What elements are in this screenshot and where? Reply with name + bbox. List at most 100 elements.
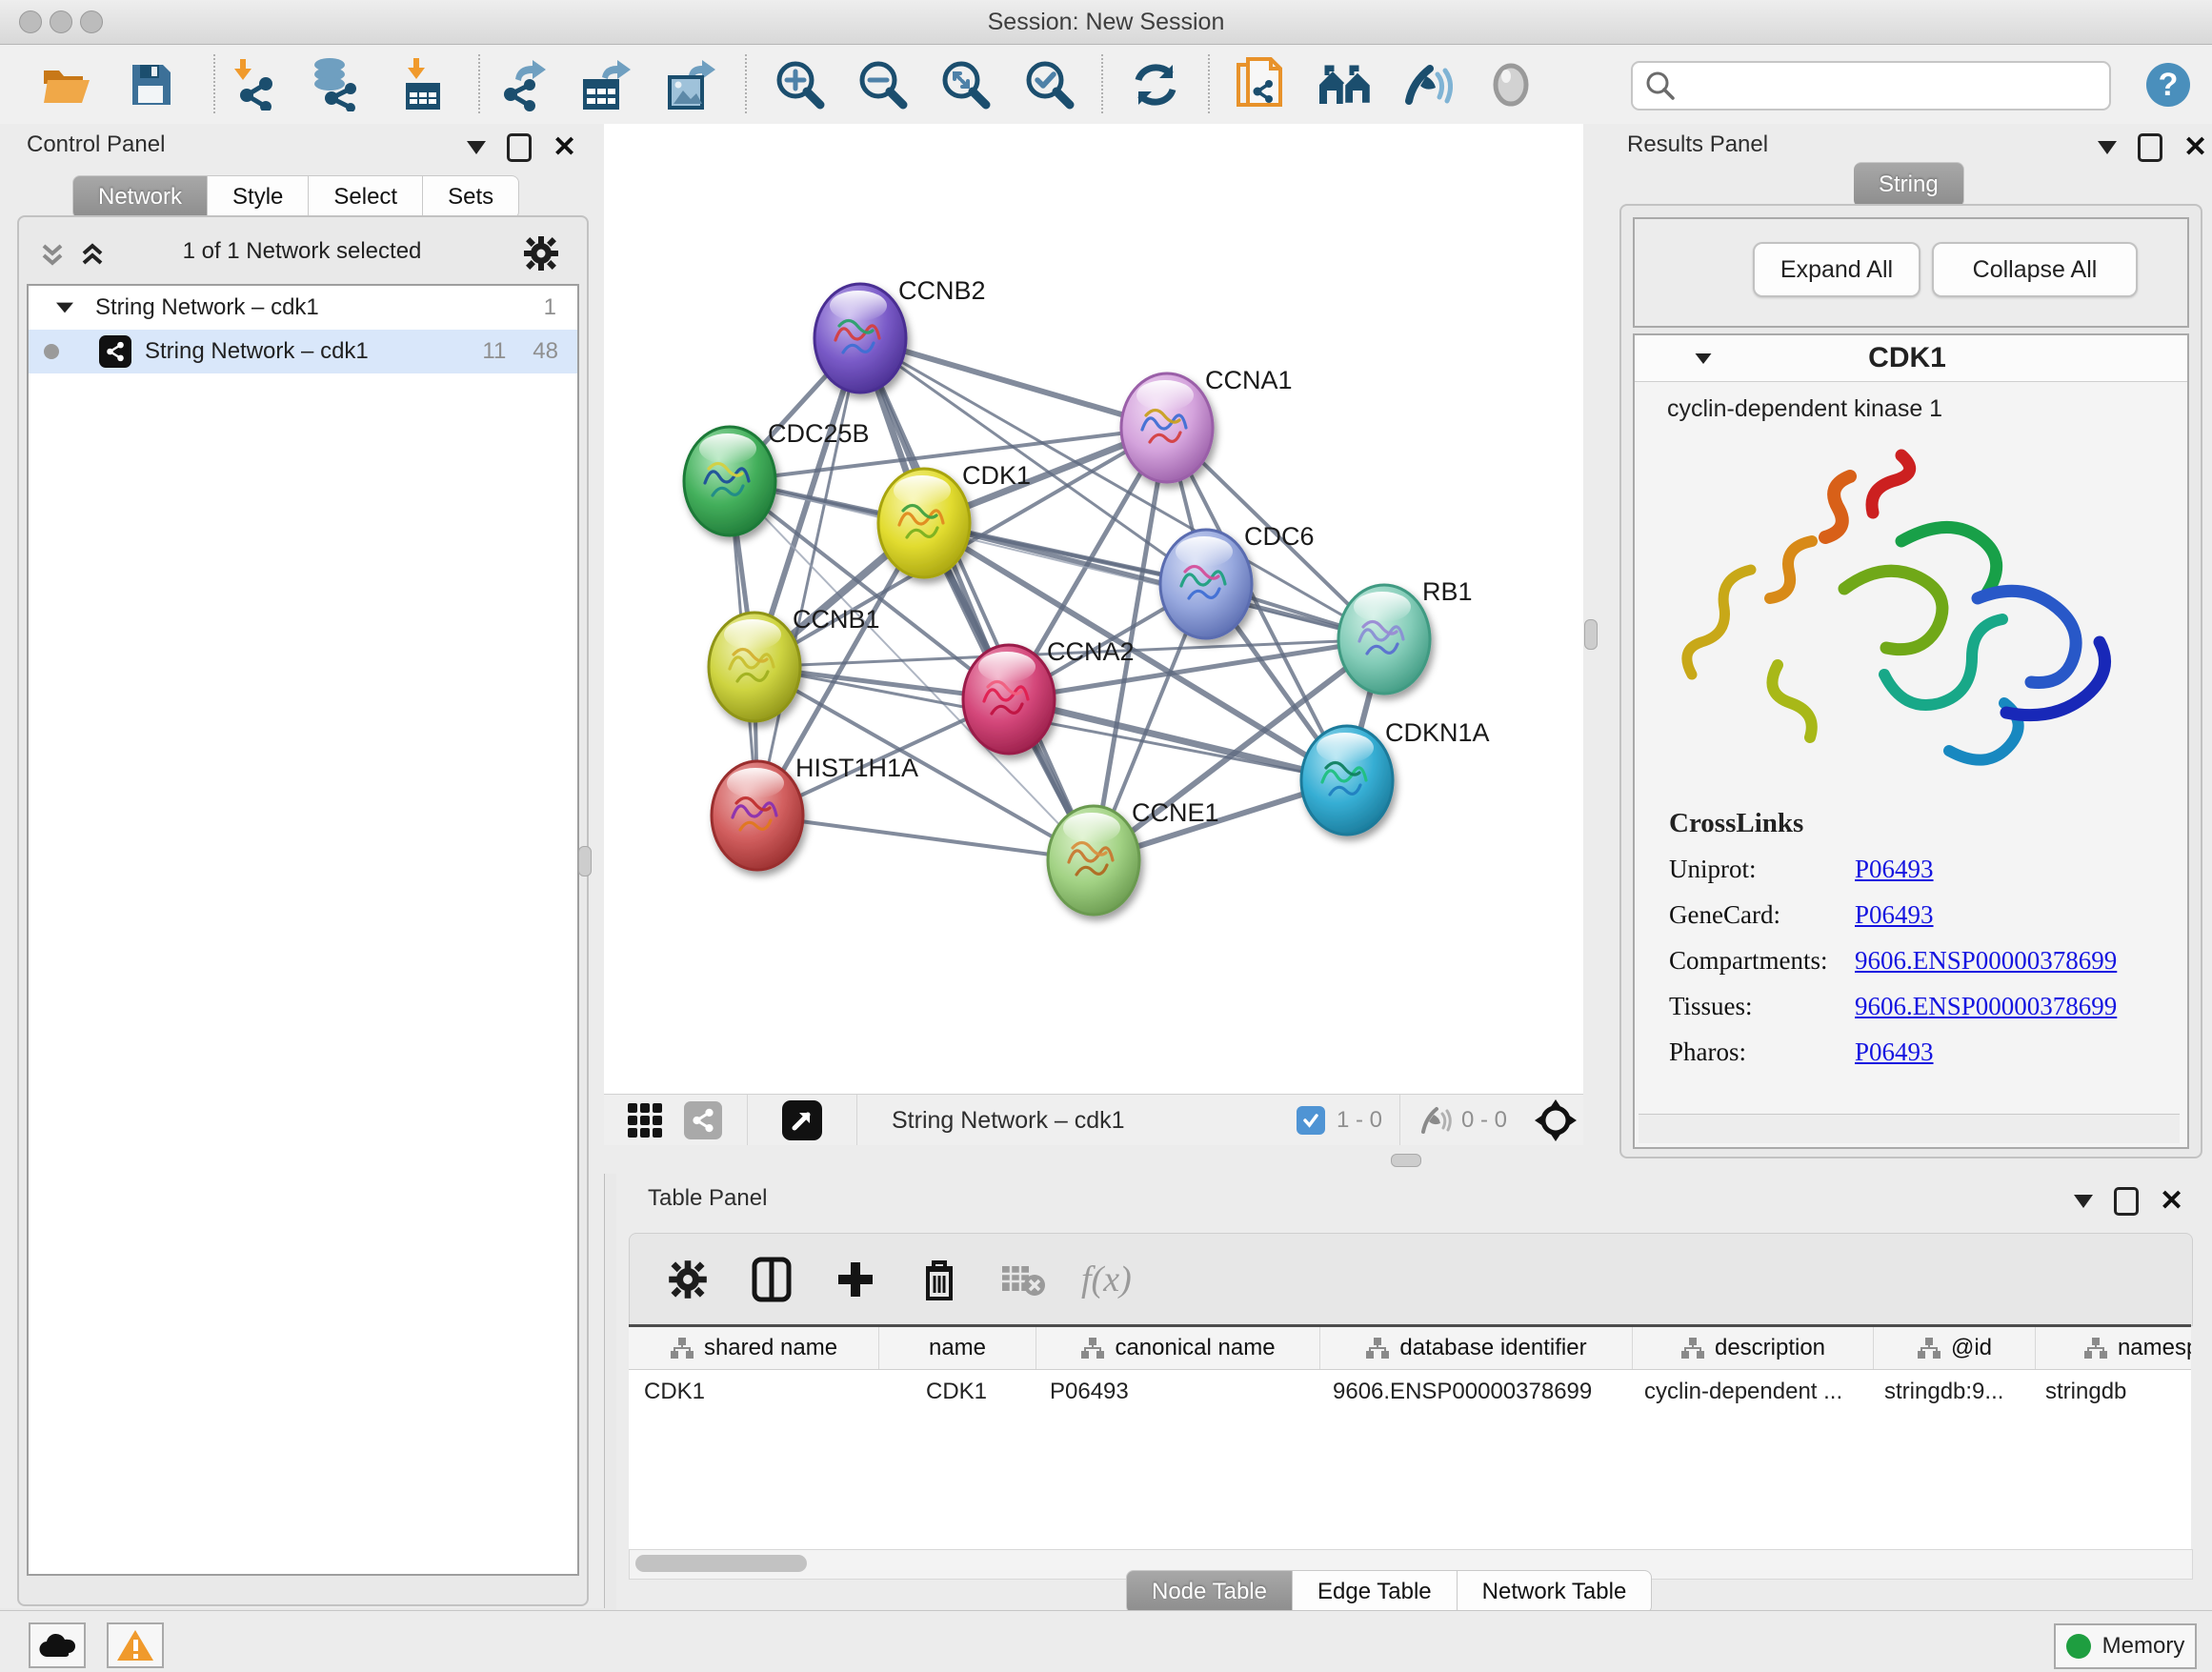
column-header-@id[interactable]: @id: [1874, 1327, 2036, 1369]
help-button[interactable]: ?: [2140, 56, 2197, 113]
network-canvas[interactable]: CCNB2CCNA1CDC25BCDK1CDC6RB1CCNB1CCNA2CDK…: [604, 124, 1584, 1094]
crosslink-link[interactable]: 9606.ENSP00000378699: [1855, 992, 2117, 1021]
import-table-icon: [402, 58, 444, 111]
show-columns-button[interactable]: [746, 1254, 797, 1305]
edge-HIST1H1A-CCNE1[interactable]: [757, 816, 1094, 860]
search-input[interactable]: [1684, 66, 2109, 106]
refresh-button[interactable]: [1127, 56, 1184, 113]
node-CDK1[interactable]: [878, 469, 970, 577]
network-graph[interactable]: CCNB2CCNA1CDC25BCDK1CDC6RB1CCNB1CCNA2CDK…: [604, 124, 1583, 1094]
zoom-fit-button[interactable]: [937, 56, 995, 113]
table-hscrollbar-thumb[interactable]: [635, 1555, 807, 1572]
protein-collapse-icon[interactable]: [1696, 353, 1712, 363]
node-CCNA1[interactable]: [1121, 373, 1213, 482]
string-view-icon[interactable]: [684, 1101, 722, 1139]
birds-eye-view-icon[interactable]: [1534, 1098, 1578, 1142]
left-splitter-handle[interactable]: [578, 846, 592, 876]
network-row[interactable]: String Network – cdk1 11 48: [29, 330, 577, 373]
node-CCNB2[interactable]: [814, 284, 906, 393]
cell-canonical-name[interactable]: P06493: [1035, 1379, 1317, 1405]
delete-table-button[interactable]: [997, 1254, 1049, 1305]
export-table-button[interactable]: [578, 56, 635, 113]
cell-name[interactable]: CDK1: [878, 1379, 1035, 1405]
results-panel-close-icon[interactable]: ✕: [2183, 135, 2207, 160]
import-network-file-button[interactable]: [230, 56, 287, 113]
edge-CCNB2-CCNA1[interactable]: [860, 338, 1167, 428]
column-header-name[interactable]: name: [879, 1327, 1036, 1369]
cell-@id[interactable]: stringdb:9...: [1869, 1379, 2030, 1405]
tab-sets[interactable]: Sets: [423, 175, 519, 219]
column-header-canonical-name[interactable]: canonical name: [1036, 1327, 1320, 1369]
crosslink-link[interactable]: P06493: [1855, 900, 1934, 930]
open-session-button[interactable]: [38, 56, 95, 113]
node-RB1[interactable]: [1338, 585, 1430, 694]
table-row[interactable]: CDK1CDK1P064939606.ENSP00000378699cyclin…: [629, 1370, 2191, 1414]
table-panel-close-icon[interactable]: ✕: [2160, 1189, 2183, 1214]
collapse-all-button[interactable]: Collapse All: [1932, 242, 2138, 297]
tab-edge-table[interactable]: Edge Table: [1293, 1570, 1458, 1614]
vertical-splitter[interactable]: [1583, 124, 1599, 1145]
crosslink-link[interactable]: P06493: [1855, 855, 1934, 884]
zoom-in-button[interactable]: [772, 56, 829, 113]
network-options-gear-icon[interactable]: [522, 234, 560, 272]
column-header-database-identifier[interactable]: database identifier: [1320, 1327, 1633, 1369]
network-collection-row[interactable]: String Network – cdk1 1: [29, 286, 577, 330]
table-panel-float-icon[interactable]: [2114, 1187, 2139, 1216]
control-panel-close-icon[interactable]: ✕: [553, 135, 576, 160]
column-header-namespace[interactable]: namespace: [2036, 1327, 2191, 1369]
table-settings-button[interactable]: [662, 1254, 714, 1305]
results-panel-menu-icon[interactable]: [2098, 141, 2117, 154]
crosslink-link[interactable]: 9606.ENSP00000378699: [1855, 946, 2117, 976]
node-CCNE1[interactable]: [1048, 806, 1139, 915]
selected-indicator-checkbox[interactable]: [1297, 1106, 1325, 1135]
table-panel-menu-icon[interactable]: [2074, 1195, 2093, 1208]
control-panel-menu-icon[interactable]: [467, 141, 486, 154]
tab-network-table[interactable]: Network Table: [1458, 1570, 1653, 1614]
cell-description[interactable]: cyclin-dependent ...: [1629, 1379, 1869, 1405]
memory-button[interactable]: Memory: [2054, 1623, 2197, 1669]
home-pages-button[interactable]: [1317, 56, 1374, 113]
protein-card-header[interactable]: CDK1: [1635, 335, 2187, 382]
import-network-database-button[interactable]: [307, 56, 364, 113]
node-HIST1H1A[interactable]: [712, 761, 803, 870]
edge-CCNB2-HIST1H1A[interactable]: [757, 338, 860, 816]
warnings-button[interactable]: [107, 1622, 164, 1668]
edge-CDK1-RB1[interactable]: [924, 523, 1384, 639]
results-panel-float-icon[interactable]: [2138, 133, 2162, 162]
delete-column-button[interactable]: [914, 1254, 965, 1305]
hide-panels-button[interactable]: [1398, 56, 1456, 113]
control-panel-float-icon[interactable]: [507, 133, 532, 162]
crosslink-link[interactable]: P06493: [1855, 1037, 1934, 1067]
cell-shared-name[interactable]: CDK1: [629, 1379, 878, 1405]
tab-string[interactable]: String: [1854, 162, 1964, 208]
detach-view-icon[interactable]: [782, 1100, 822, 1140]
grid-view-icon[interactable]: [627, 1102, 663, 1138]
zoom-out-button[interactable]: [855, 56, 912, 113]
import-table-file-button[interactable]: [394, 56, 452, 113]
save-session-button[interactable]: [122, 56, 179, 113]
tab-network[interactable]: Network: [72, 175, 208, 219]
node-CDKN1A[interactable]: [1301, 726, 1393, 835]
cell-namespace[interactable]: stringdb: [2030, 1379, 2191, 1405]
column-header-shared-name[interactable]: shared name: [629, 1327, 879, 1369]
clone-network-button[interactable]: [1231, 56, 1288, 113]
node-CDC25B[interactable]: [684, 427, 775, 535]
export-network-button[interactable]: [495, 56, 553, 113]
column-header-description[interactable]: description: [1633, 1327, 1874, 1369]
tab-select[interactable]: Select: [309, 175, 423, 219]
node-CDC6[interactable]: [1160, 530, 1252, 638]
tab-style[interactable]: Style: [208, 175, 309, 219]
cloud-button[interactable]: [29, 1622, 86, 1668]
collection-expand-icon[interactable]: [56, 303, 73, 313]
tab-node-table[interactable]: Node Table: [1126, 1570, 1293, 1614]
function-builder-button[interactable]: f(x): [1081, 1254, 1132, 1305]
export-image-button[interactable]: [663, 56, 720, 113]
zoom-selected-button[interactable]: [1021, 56, 1078, 113]
expand-all-button[interactable]: Expand All: [1753, 242, 1920, 297]
add-column-button[interactable]: [830, 1254, 881, 1305]
node-CCNB1[interactable]: [709, 613, 800, 721]
show-panel-button[interactable]: [1482, 56, 1539, 113]
node-CCNA2[interactable]: [963, 645, 1055, 754]
results-scrollbar[interactable]: [1639, 1114, 2180, 1143]
cell-database-identifier[interactable]: 9606.ENSP00000378699: [1317, 1379, 1629, 1405]
